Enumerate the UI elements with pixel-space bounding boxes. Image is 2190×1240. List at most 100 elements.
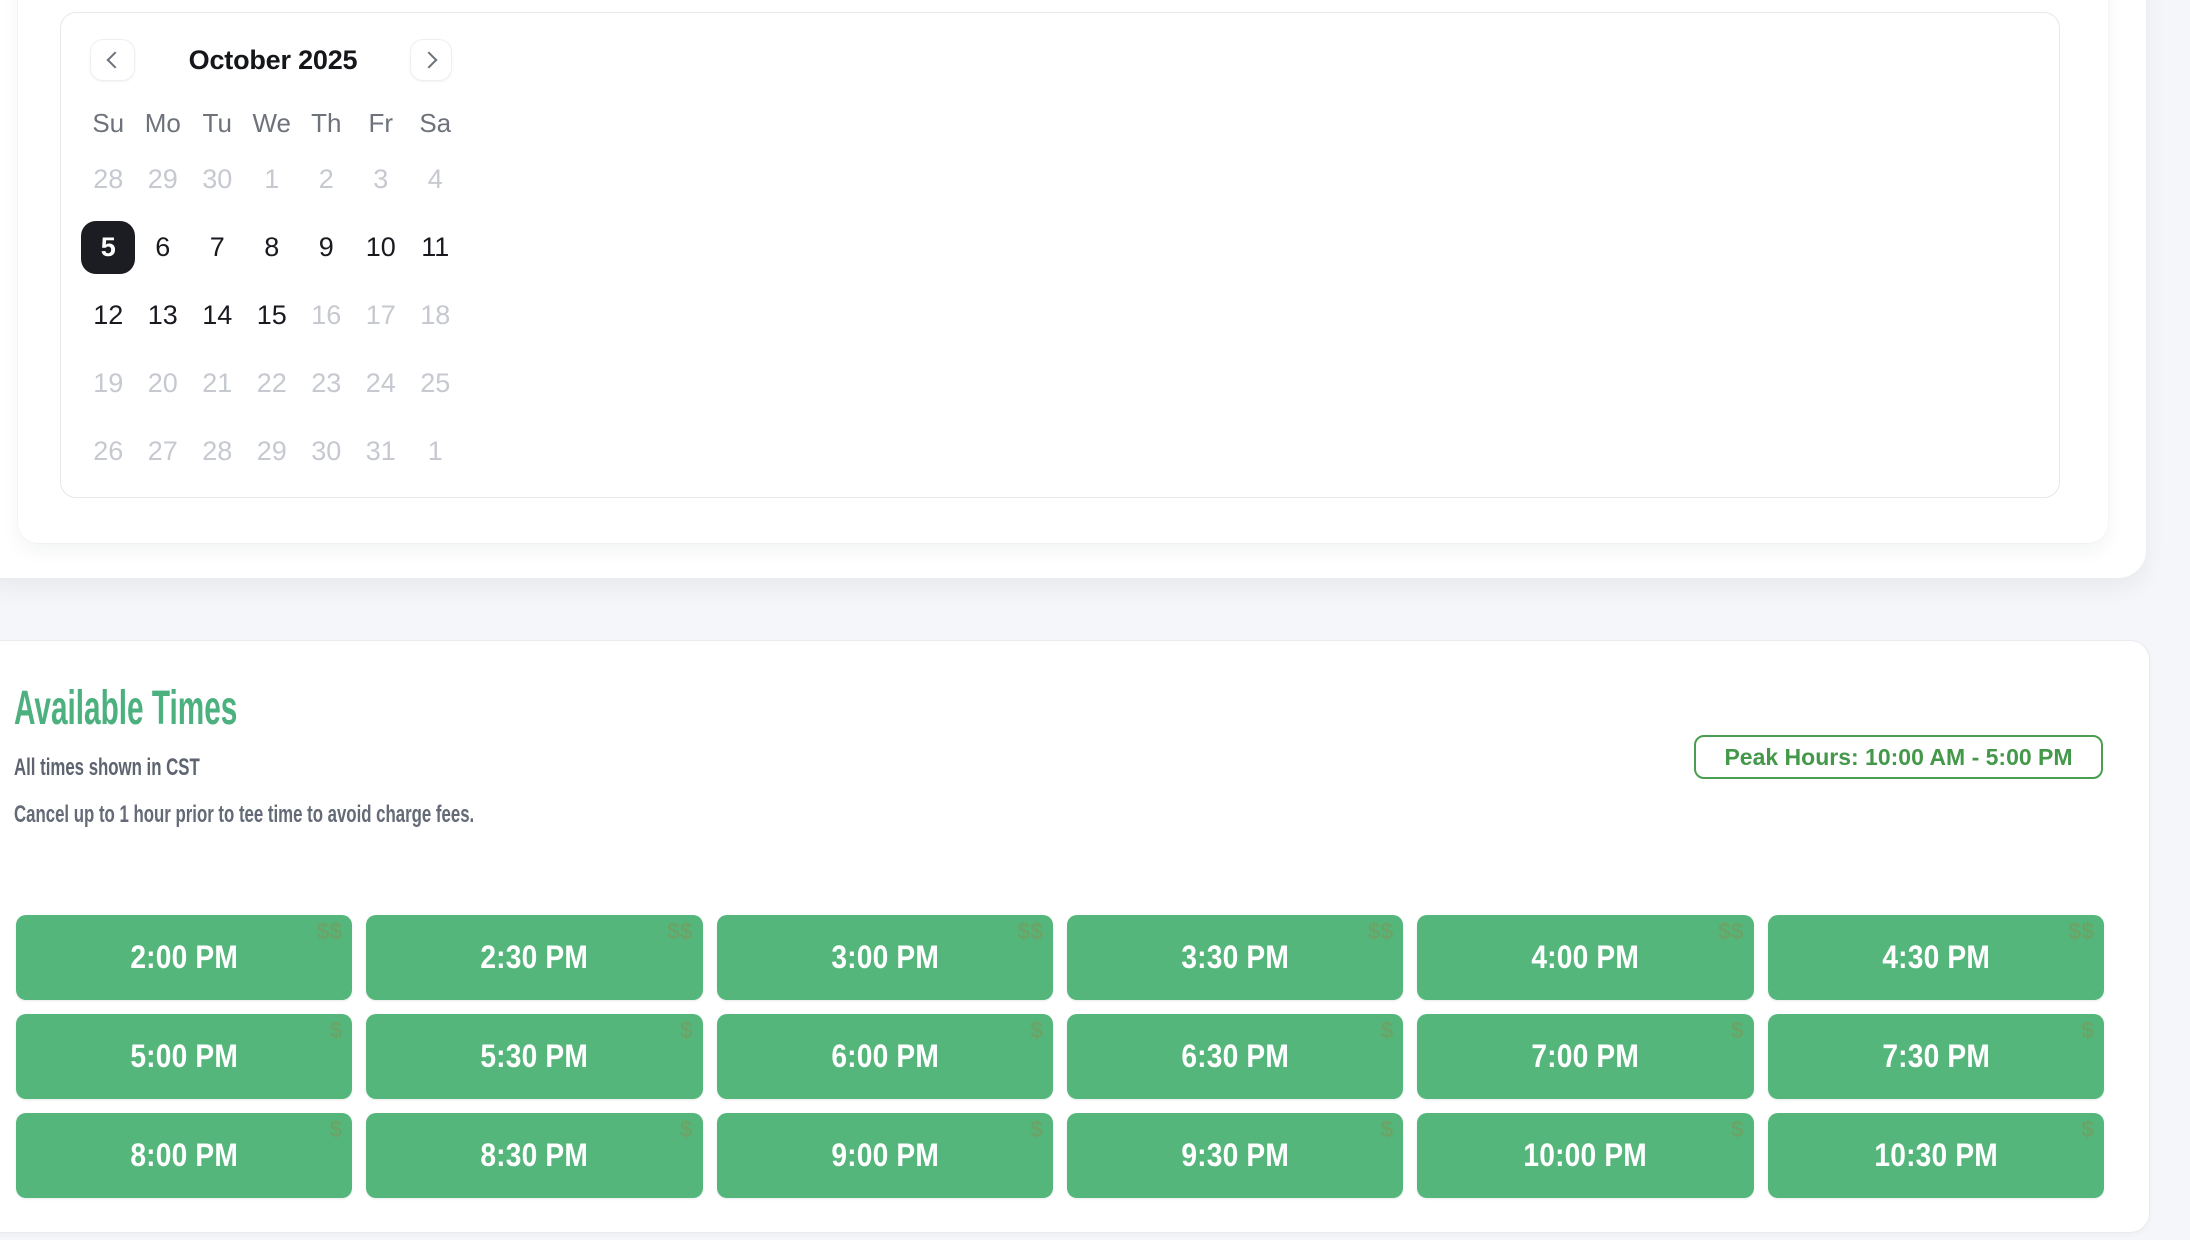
calendar-day-19: 19 — [81, 355, 136, 411]
calendar-day-label: 17 — [354, 287, 409, 343]
price-indicator: $ — [1731, 1019, 1744, 1042]
calendar-day-31: 31 — [354, 423, 409, 479]
time-slot-10-00-pm[interactable]: $10:00 PM — [1417, 1113, 1753, 1198]
calendar-day-25: 25 — [408, 355, 463, 411]
calendar-day-label: 23 — [299, 355, 354, 411]
calendar-card: October 2025 SuMoTuWeThFrSa 282930123456… — [60, 12, 2060, 498]
time-slot-label: 3:00 PM — [831, 939, 939, 976]
time-slot-2-00-pm[interactable]: $$ 2:00 PM — [16, 915, 352, 1000]
time-slot-label: 8:30 PM — [481, 1137, 589, 1174]
time-slot-label: 3:30 PM — [1181, 939, 1289, 976]
calendar-day-label: 8 — [245, 219, 300, 275]
time-slot-2-30-pm[interactable]: $$2:30 PM — [366, 915, 702, 1000]
calendar-day-label: 29 — [136, 151, 191, 207]
price-indicator: $$ — [1368, 920, 1394, 943]
calendar-day-label: 20 — [136, 355, 191, 411]
price-indicator: $ — [2081, 1118, 2094, 1141]
time-slot-label: 2:30 PM — [481, 939, 589, 976]
calendar-day-label: 28 — [190, 423, 245, 479]
calendar-day-label: 6 — [136, 219, 191, 275]
calendar-day-18: 18 — [408, 287, 463, 343]
calendar-day-16: 16 — [299, 287, 354, 343]
calendar-day-28: 28 — [81, 151, 136, 207]
time-slot-label: 10:30 PM — [1874, 1137, 1998, 1174]
calendar-day-label: 19 — [81, 355, 136, 411]
calendar-week-row: 2829301234 — [81, 151, 463, 207]
price-indicator: $ — [1381, 1019, 1394, 1042]
cancel-policy-note: Cancel up to 1 hour prior to tee time to… — [14, 800, 474, 830]
price-indicator: $ — [1381, 1118, 1394, 1141]
time-slot-8-00-pm[interactable]: $8:00 PM — [16, 1113, 352, 1198]
calendar-week-row: 2627282930311 — [81, 423, 463, 479]
calendar-day-29: 29 — [136, 151, 191, 207]
time-slot-label: 7:30 PM — [1882, 1038, 1990, 1075]
price-indicator: $ — [1030, 1118, 1043, 1141]
calendar-day-3: 3 — [354, 151, 409, 207]
calendar-day-11[interactable]: 11 — [408, 219, 463, 275]
calendar-day-22: 22 — [245, 355, 300, 411]
calendar-day-label: 4 — [408, 151, 463, 207]
calendar-day-label: 28 — [81, 151, 136, 207]
calendar-day-label: 9 — [299, 219, 354, 275]
time-slot-10-30-pm[interactable]: $10:30 PM — [1768, 1113, 2104, 1198]
price-indicator: $$ — [1718, 920, 1744, 943]
time-slot-9-30-pm[interactable]: $9:30 PM — [1067, 1113, 1403, 1198]
calendar-week-row: 12131415161718 — [81, 287, 463, 343]
price-indicator: $ — [1731, 1118, 1744, 1141]
time-slot-label: 10:00 PM — [1524, 1137, 1648, 1174]
calendar-day-13[interactable]: 13 — [136, 287, 191, 343]
calendar-day-label: 21 — [190, 355, 245, 411]
calendar-day-label: 24 — [354, 355, 409, 411]
time-slot-4-30-pm[interactable]: $$4:30 PM — [1768, 915, 2104, 1000]
time-slot-7-00-pm[interactable]: $7:00 PM — [1417, 1014, 1753, 1099]
time-slot-5-30-pm[interactable]: $5:30 PM — [366, 1014, 702, 1099]
time-slot-label: 6:30 PM — [1181, 1038, 1289, 1075]
calendar-day-label: 26 — [81, 423, 136, 479]
calendar-day-label: 18 — [408, 287, 463, 343]
calendar-week-row: 19202122232425 — [81, 355, 463, 411]
calendar-day-14[interactable]: 14 — [190, 287, 245, 343]
calendar-day-label: 27 — [136, 423, 191, 479]
calendar-day-label: 30 — [190, 151, 245, 207]
time-slot-3-00-pm[interactable]: $$ 3:00 PM — [717, 915, 1053, 1000]
calendar-day-8[interactable]: 8 — [245, 219, 300, 275]
calendar-day-12[interactable]: 12 — [81, 287, 136, 343]
time-slot-6-30-pm[interactable]: $6:30 PM — [1067, 1014, 1403, 1099]
calendar-day-5[interactable]: 5 — [81, 219, 136, 275]
calendar-day-21: 21 — [190, 355, 245, 411]
time-slot-5-00-pm[interactable]: $5:00 PM — [16, 1014, 352, 1099]
calendar-day-10[interactable]: 10 — [354, 219, 409, 275]
time-slot-3-30-pm[interactable]: $$ 3:30 PM — [1067, 915, 1403, 1000]
calendar-day-30: 30 — [299, 423, 354, 479]
time-slot-label: 2:00 PM — [130, 939, 238, 976]
calendar-day-label: 1 — [408, 423, 463, 479]
time-slot-label: 5:00 PM — [130, 1038, 238, 1075]
calendar-day-28: 28 — [190, 423, 245, 479]
time-slot-6-00-pm[interactable]: $6:00 PM — [717, 1014, 1053, 1099]
time-slot-7-30-pm[interactable]: $7:30 PM — [1768, 1014, 2104, 1099]
calendar-day-label: 22 — [245, 355, 300, 411]
price-indicator: $ — [680, 1118, 693, 1141]
calendar-day-7[interactable]: 7 — [190, 219, 245, 275]
price-indicator: $ — [330, 1118, 343, 1141]
time-slot-8-30-pm[interactable]: $8:30 PM — [366, 1113, 702, 1198]
time-slot-grid: $$2:00 PM$$2:30 PM$$3:00 PM$$3:30 PM$$4:… — [16, 915, 2104, 1198]
calendar-day-label: 11 — [408, 219, 463, 275]
time-slot-label: 9:30 PM — [1181, 1137, 1289, 1174]
calendar-day-30: 30 — [190, 151, 245, 207]
calendar-day-label: 10 — [354, 219, 409, 275]
calendar-day-1: 1 — [408, 423, 463, 479]
time-slot-label: 7:00 PM — [1532, 1038, 1640, 1075]
time-slot-4-00-pm[interactable]: $$4:00 PM — [1417, 915, 1753, 1000]
calendar-day-9[interactable]: 9 — [299, 219, 354, 275]
price-indicator: $$ — [317, 920, 343, 943]
calendar-day-23: 23 — [299, 355, 354, 411]
calendar-day-1: 1 — [245, 151, 300, 207]
calendar-day-15[interactable]: 15 — [245, 287, 300, 343]
calendar-day-6[interactable]: 6 — [136, 219, 191, 275]
time-slot-label: 5:30 PM — [481, 1038, 589, 1075]
price-indicator: $ — [1030, 1019, 1043, 1042]
price-indicator: $$ — [1017, 920, 1043, 943]
calendar-day-label: 31 — [354, 423, 409, 479]
time-slot-9-00-pm[interactable]: $9:00 PM — [717, 1113, 1053, 1198]
